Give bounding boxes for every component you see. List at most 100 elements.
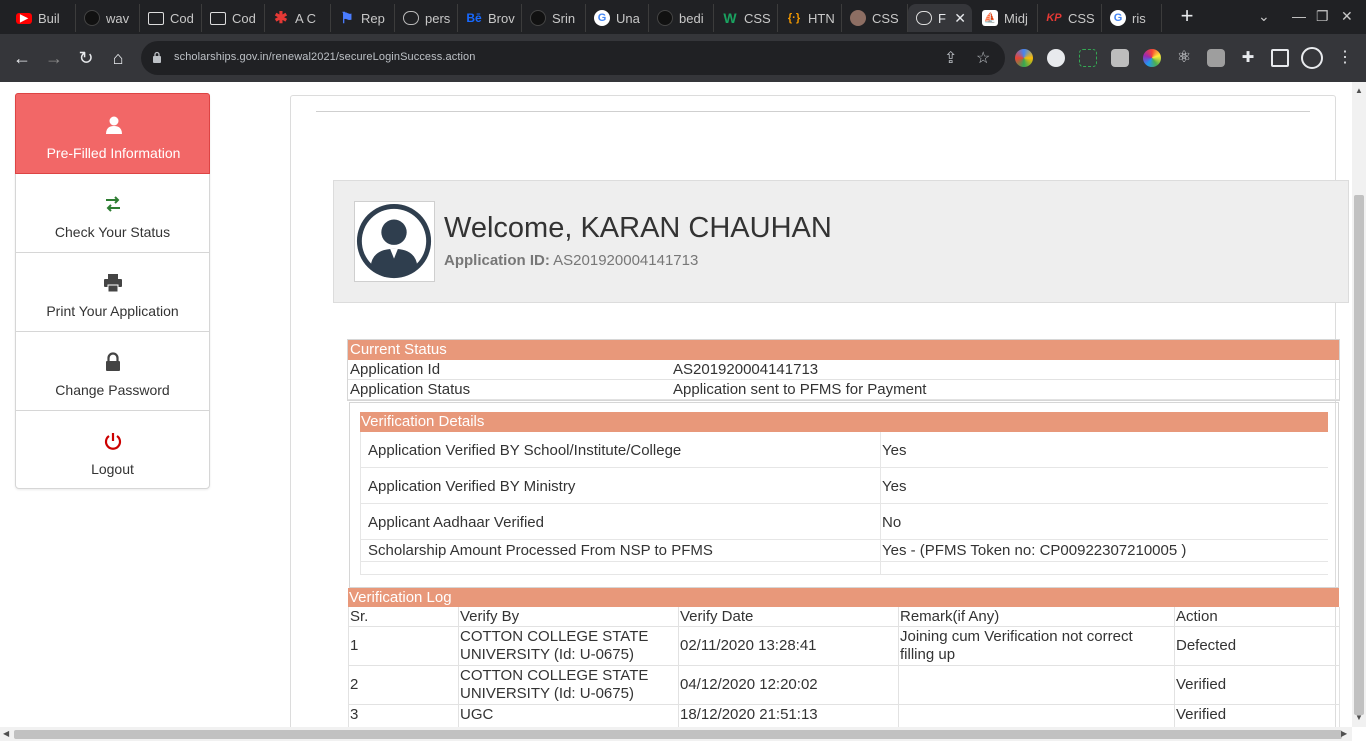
new-tab-button[interactable]: + <box>1176 5 1198 28</box>
extension-icon[interactable] <box>1111 49 1129 67</box>
log-verify-date: 18/12/2020 21:51:13 <box>680 706 818 723</box>
profile-avatar-icon[interactable] <box>1301 47 1323 69</box>
color-picker-extension-icon[interactable] <box>1143 49 1161 67</box>
back-icon[interactable]: ← <box>10 46 34 70</box>
minimize-icon[interactable]: — <box>1292 8 1306 24</box>
forward-icon[interactable]: → <box>42 46 66 70</box>
log-verify-date: 02/11/2020 13:28:41 <box>680 637 817 654</box>
browser-tab[interactable]: ✱ A C <box>265 4 331 32</box>
screenshot-extension-icon[interactable] <box>1079 49 1097 67</box>
current-status-header: Current Status <box>348 340 1339 360</box>
sail-icon: ⛵ <box>982 10 998 26</box>
verification-value: Yes <box>882 442 907 459</box>
github-icon <box>84 10 100 26</box>
verification-value: No <box>882 514 902 531</box>
code-braces-icon: {·} <box>787 12 801 24</box>
log-sr: 3 <box>350 706 359 723</box>
scroll-down-arrow-icon[interactable]: ▼ <box>1355 713 1363 722</box>
column-header: Remark(if Any) <box>900 608 1000 625</box>
scroll-left-arrow-icon[interactable]: ◀ <box>3 729 9 738</box>
browser-tab[interactable]: Bē Brov <box>458 4 522 32</box>
status-label: Application Status <box>350 381 471 398</box>
tab-search-icon[interactable]: ⌄ <box>1258 8 1270 25</box>
bookmark-star-icon[interactable]: ☆ <box>976 48 990 68</box>
google-icon: G <box>1110 10 1126 26</box>
log-verify-by: UGC <box>460 706 494 723</box>
tab-label: ris <box>1132 10 1146 26</box>
tab-strip: ▶ Buil wav Cod Cod ✱ A C ⚑ Rep pers Bē B… <box>0 0 1366 34</box>
tab-label: CSS <box>744 10 771 26</box>
verification-label: Application Verified BY Ministry <box>368 478 576 495</box>
react-extension-icon[interactable]: ⚛ <box>1175 49 1193 67</box>
status-value: AS201920004141713 <box>673 361 819 378</box>
sidebar-item-check-status[interactable]: Check Your Status <box>16 174 209 253</box>
browser-tab[interactable]: G Una <box>586 4 649 32</box>
table-row: 1 COTTON COLLEGE STATE UNIVERSITY (Id: U… <box>349 627 1339 666</box>
sidebar-item-label: Logout <box>91 461 134 477</box>
browser-tab[interactable]: bedi <box>649 4 714 32</box>
sidebar-menu: Pre-Filled Information Check Your Status… <box>15 93 210 489</box>
verification-value: Yes <box>882 478 907 495</box>
browser-tab[interactable]: KP CSS <box>1038 4 1102 32</box>
lock-icon[interactable] <box>152 51 162 63</box>
vertical-scrollbar-thumb[interactable] <box>1354 195 1364 715</box>
welcome-title: Welcome, KARAN CHAUHAN <box>444 212 832 244</box>
camera-extension-icon[interactable] <box>1207 49 1225 67</box>
verification-label: Application Verified BY School/Institute… <box>368 442 682 459</box>
tab-label: pers <box>425 10 451 26</box>
table-row: Applicant Aadhaar Verified No <box>360 504 1328 540</box>
tab-label: CSS <box>1068 10 1095 26</box>
tab-label: Cod <box>232 10 256 26</box>
w-icon: W <box>723 10 737 26</box>
browser-tab[interactable]: {·} HTN <box>778 4 842 32</box>
application-id-line: Application ID: AS201920004141713 <box>444 252 698 269</box>
column-header: Action <box>1176 608 1218 625</box>
extension-icon[interactable] <box>1047 49 1065 67</box>
scroll-up-arrow-icon[interactable]: ▲ <box>1355 86 1363 95</box>
browser-tab[interactable]: CSS <box>842 4 908 32</box>
scroll-right-arrow-icon[interactable]: ▶ <box>1341 729 1347 738</box>
power-icon <box>104 433 122 450</box>
table-row <box>360 562 1328 575</box>
horizontal-scrollbar-thumb[interactable] <box>14 730 1342 739</box>
browser-tab[interactable]: W CSS <box>714 4 778 32</box>
browser-tab[interactable]: ⛵ Midj <box>974 4 1038 32</box>
browser-tab-active[interactable]: F ✕ <box>908 4 972 32</box>
url-text[interactable]: scholarships.gov.in/renewal2021/secureLo… <box>174 51 475 63</box>
lock-icon <box>106 352 120 371</box>
github-icon <box>530 10 546 26</box>
menu-kebab-icon[interactable]: ⋮ <box>1336 49 1354 67</box>
browser-tab[interactable]: wav <box>76 4 140 32</box>
home-icon[interactable]: ⌂ <box>106 46 130 70</box>
side-panel-icon[interactable] <box>1271 49 1289 67</box>
tab-label: CSS <box>872 10 899 26</box>
tab-label: Una <box>616 10 640 26</box>
sidebar-item-prefilled-information[interactable]: Pre-Filled Information <box>15 93 210 174</box>
column-header: Verify By <box>460 608 520 625</box>
close-tab-icon[interactable]: ✕ <box>954 10 966 27</box>
globe-icon <box>916 11 932 25</box>
browser-tab[interactable]: ⚑ Rep <box>331 4 395 32</box>
verification-log-table: Sr. Verify By Verify Date Remark(if Any)… <box>348 607 1340 727</box>
extension-icon[interactable] <box>1015 49 1033 67</box>
browser-tab[interactable]: pers <box>395 4 458 32</box>
share-icon[interactable]: ⇪ <box>944 48 957 68</box>
browser-tab[interactable]: G ris <box>1102 4 1162 32</box>
avatar <box>354 201 435 282</box>
maximize-icon[interactable]: ❐ <box>1316 8 1329 25</box>
verification-value: Yes - (PFMS Token no: CP00922307210005 ) <box>882 542 1187 559</box>
extensions-puzzle-icon[interactable]: ✚ <box>1239 49 1257 67</box>
sidebar-item-change-password[interactable]: Change Password <box>16 332 209 411</box>
log-verify-by: COTTON COLLEGE STATE UNIVERSITY (Id: U-0… <box>460 667 649 702</box>
browser-tab[interactable]: Cod <box>202 4 265 32</box>
divider <box>678 607 679 727</box>
sidebar-item-print-application[interactable]: Print Your Application <box>16 253 209 332</box>
browser-tab[interactable]: ▶ Buil <box>8 4 76 32</box>
asterisk-icon: ✱ <box>274 10 288 27</box>
sidebar-item-logout[interactable]: Logout <box>16 411 209 490</box>
browser-tab[interactable]: Srin <box>522 4 586 32</box>
reload-icon[interactable]: ↻ <box>74 46 98 70</box>
close-window-icon[interactable]: ✕ <box>1341 8 1353 25</box>
user-avatar-icon <box>356 203 432 279</box>
browser-tab[interactable]: Cod <box>140 4 202 32</box>
